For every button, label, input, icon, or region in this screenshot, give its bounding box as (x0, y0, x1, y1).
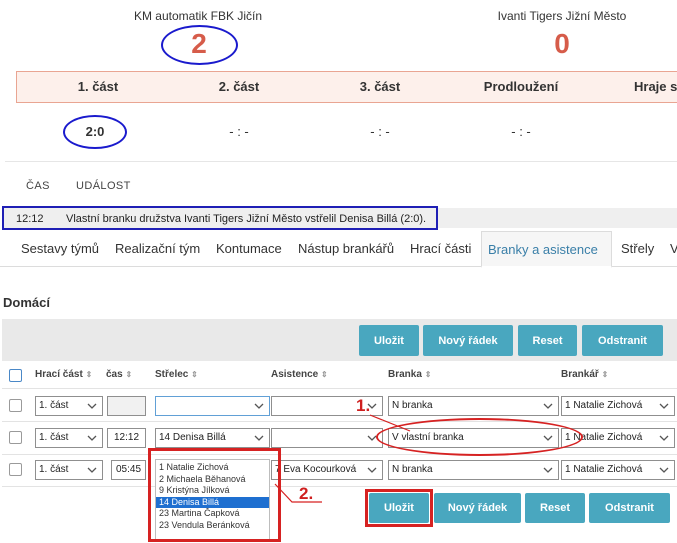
sort-arrows-icon: ⇕ (85, 370, 93, 379)
tab-forfeit[interactable]: Kontumace (216, 241, 282, 256)
period-1-score: 2:0 (85, 124, 105, 139)
home-team-name: KM automatik FBK Jičín (133, 9, 263, 23)
new-row-button[interactable]: Nový řádek (423, 325, 513, 356)
row-2-period-select[interactable]: 1. část (35, 428, 103, 448)
chevron-down-icon (367, 467, 377, 473)
tab-goals-assists[interactable]: Branky a asistence (481, 231, 612, 268)
row-1-period-value: 1. část (39, 400, 69, 411)
away-team-name: Ivanti Tigers Jižní Město (497, 9, 627, 23)
row-3-goal-select[interactable]: N branka (388, 460, 559, 480)
column-header-goalie-label: Brankář (561, 369, 599, 380)
chevron-down-icon (87, 435, 97, 441)
column-header-period[interactable]: Hrací část ⇕ (35, 369, 92, 380)
events-time-header: ČAS (26, 180, 50, 192)
period-3-score: - : - (370, 124, 390, 139)
row-1-period-select[interactable]: 1. část (35, 396, 103, 416)
row-3-goal-value: N branka (392, 464, 433, 475)
column-header-goal[interactable]: Branka ⇕ (388, 369, 431, 380)
column-header-time[interactable]: čas ⇕ (106, 369, 132, 380)
chevron-down-icon (543, 403, 553, 409)
reset-button[interactable]: Reset (518, 325, 577, 356)
sort-arrows-icon: ⇕ (125, 370, 133, 379)
annotation-shooter-list-box (148, 448, 281, 542)
grid-header-line (2, 388, 677, 389)
row-2-shooter-value: 14 Denisa Billá (159, 432, 226, 443)
column-header-assist-label: Asistence (271, 369, 319, 380)
chevron-down-icon (87, 403, 97, 409)
annotation-arrow-2 (274, 483, 322, 503)
annotation-save-box (365, 489, 433, 527)
sort-arrows-icon: ⇕ (191, 370, 198, 379)
row-3-period-select[interactable]: 1. část (35, 460, 103, 480)
sort-arrows-icon: ⇕ (424, 370, 432, 379)
bottom-remove-button[interactable]: Odstranit (589, 493, 670, 523)
select-all-checkbox[interactable] (9, 369, 22, 382)
annotation-arrow-1 (369, 414, 411, 432)
event-row-extension (438, 208, 677, 228)
column-header-shooter[interactable]: Střelec ⇕ (155, 369, 198, 380)
remove-button[interactable]: Odstranit (582, 325, 663, 356)
tab-more[interactable]: V (670, 241, 677, 256)
sort-arrows-icon: ⇕ (601, 370, 609, 379)
row-1-shooter-select[interactable] (155, 396, 270, 416)
header-divider (5, 161, 677, 162)
column-header-assist[interactable]: Asistence ⇕ (271, 369, 328, 380)
row-3-assist-select[interactable]: 7 Eva Kocourková (271, 460, 383, 480)
event-row: 12:12 Vlastní branku družstva Ivanti Tig… (2, 206, 438, 230)
row-1-line (2, 421, 677, 422)
chevron-down-icon (254, 435, 264, 441)
tab-periods[interactable]: Hrací části (410, 241, 471, 256)
events-event-header: UDÁLOST (76, 180, 131, 192)
row-2-period-value: 1. část (39, 432, 69, 443)
chevron-down-icon (254, 403, 264, 409)
away-score: 0 (554, 28, 570, 59)
column-header-goalie[interactable]: Brankář ⇕ (561, 369, 608, 380)
event-text: Vlastní branku družstva Ivanti Tigers Ji… (66, 213, 427, 225)
home-score: 2 (191, 28, 207, 59)
chevron-down-icon (87, 467, 97, 473)
row-1-checkbox[interactable] (9, 399, 22, 412)
row-3-time-input[interactable]: 05:45 (111, 460, 146, 480)
period-header-3: 3. část (359, 79, 401, 94)
row-3-goalie-value: 1 Natalie Zichová (565, 464, 643, 475)
row-2-line (2, 454, 677, 455)
chevron-down-icon (543, 467, 553, 473)
row-1-goalie-value: 1 Natalie Zichová (565, 400, 643, 411)
period-header-2: 2. část (218, 79, 260, 94)
tab-team-lineups[interactable]: Sestavy týmů (21, 241, 99, 256)
period-overtime-score: - : - (511, 124, 531, 139)
row-3-checkbox[interactable] (9, 463, 22, 476)
save-button[interactable]: Uložit (359, 325, 419, 356)
bottom-new-row-button[interactable]: Nový řádek (434, 493, 521, 523)
row-2-shooter-select[interactable]: 14 Denisa Billá (155, 428, 270, 448)
period-header-1: 1. část (77, 79, 119, 94)
row-3-line (2, 486, 677, 487)
bottom-reset-button[interactable]: Reset (525, 493, 585, 523)
row-1-goalie-select[interactable]: 1 Natalie Zichová (561, 396, 675, 416)
column-header-shooter-label: Střelec (155, 369, 189, 380)
section-title-home: Domácí (3, 295, 50, 310)
column-header-time-label: čas (106, 369, 123, 380)
row-3-assist-value: 7 Eva Kocourková (275, 464, 357, 475)
sort-arrows-icon: ⇕ (321, 370, 328, 379)
column-header-goal-label: Branka (388, 369, 422, 380)
tab-shots[interactable]: Střely (621, 241, 654, 256)
tab-staff[interactable]: Realizační tým (115, 241, 200, 256)
row-3-goalie-select[interactable]: 1 Natalie Zichová (561, 460, 675, 480)
row-2-checkbox[interactable] (9, 431, 22, 444)
row-3-period-value: 1. část (39, 464, 69, 475)
period-2-score: - : - (229, 124, 249, 139)
row-1-time-input[interactable] (107, 396, 146, 416)
chevron-down-icon (659, 467, 669, 473)
event-time: 12:12 (16, 213, 44, 225)
column-header-period-label: Hrací část (35, 369, 83, 380)
chevron-down-icon (659, 403, 669, 409)
period-header-shootout: Hraje s (634, 79, 677, 94)
tab-goalkeepers[interactable]: Nástup brankářů (298, 241, 394, 256)
chevron-down-icon (659, 435, 669, 441)
row-2-time-input[interactable]: 12:12 (107, 428, 146, 448)
period-header-overtime: Prodloužení (483, 79, 559, 94)
